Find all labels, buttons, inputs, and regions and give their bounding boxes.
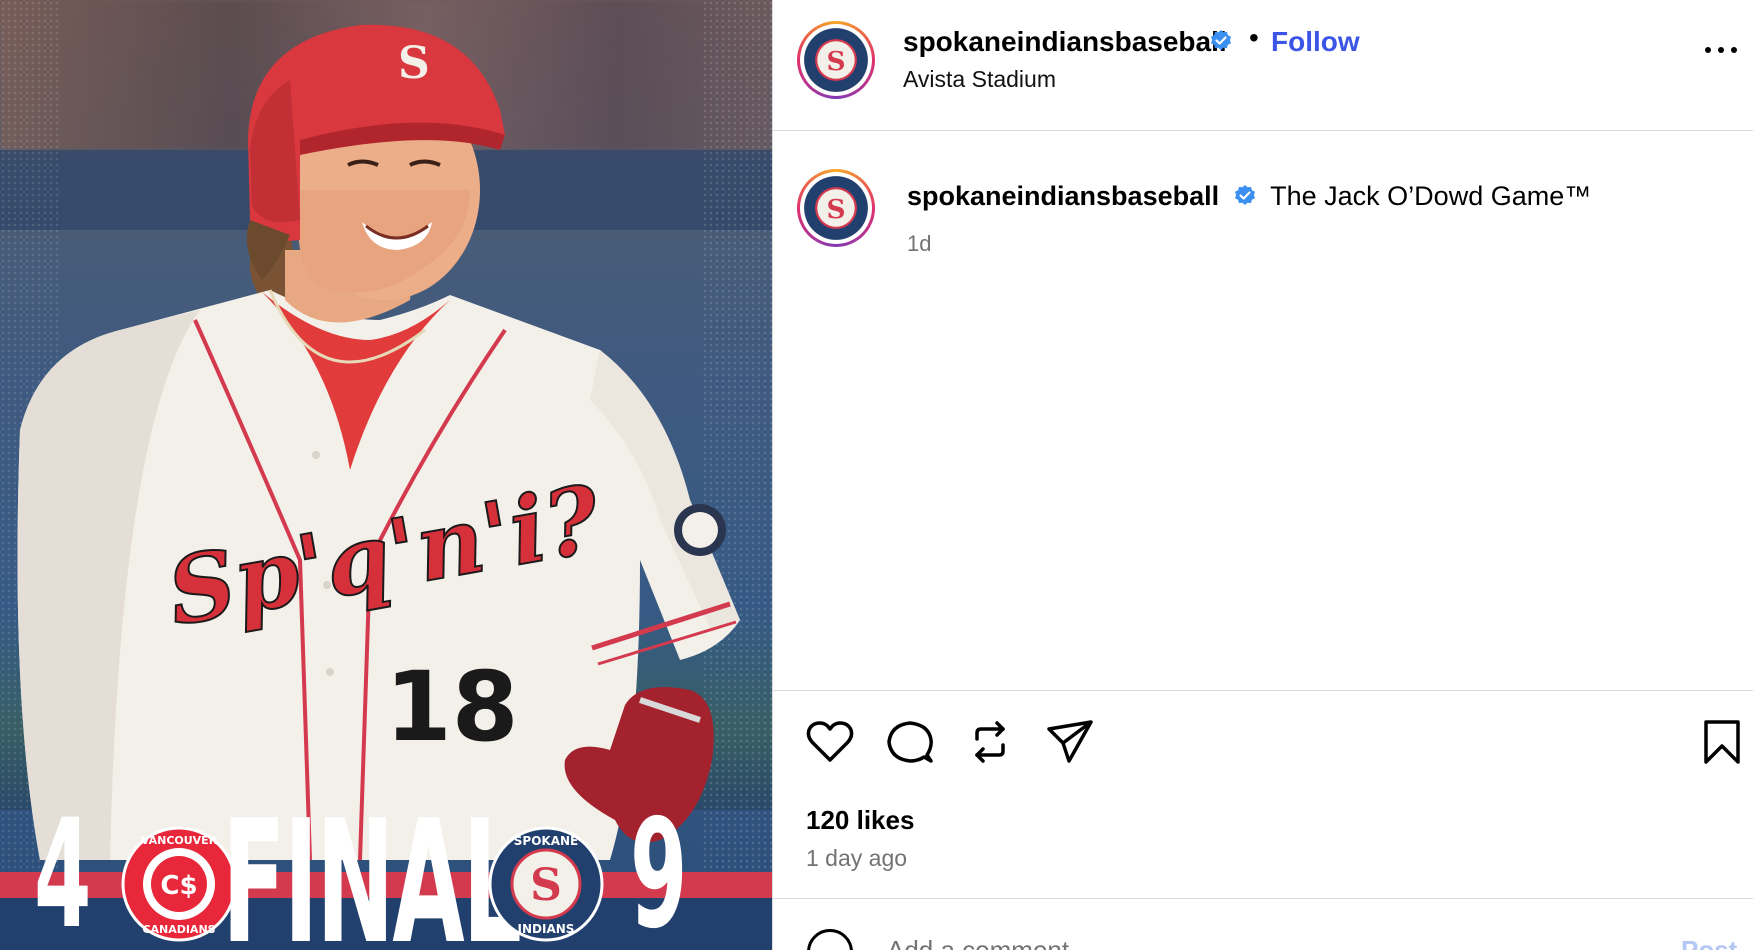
follow-button[interactable]: Follow [1271,26,1360,58]
svg-text:C$: C$ [160,871,197,901]
final-label: FINAL [222,784,522,950]
post-age[interactable]: 1 day ago [806,845,907,872]
svg-text:SPOKANE: SPOKANE [514,834,578,848]
post-media[interactable]: S Sp'q'n'i? 18 4 C$ VANCOUVER CANADIANS … [0,0,772,950]
caption-timestamp[interactable]: 1d [907,231,931,257]
likes-count[interactable]: 120 likes [806,805,914,836]
svg-text:S: S [826,194,845,225]
vancouver-canadians-logo: C$ VANCOUVER CANADIANS [121,826,237,942]
post-header: S spokaneindiansbaseball • Follow Avista… [773,0,1753,130]
svg-text:S: S [826,46,845,77]
spokane-logo-icon: S [804,28,868,92]
comment-icon[interactable] [885,717,935,767]
post-comment-button[interactable]: Post [1681,935,1737,950]
verified-icon [1234,185,1255,205]
svg-text:VANCOUVER: VANCOUVER [141,834,218,847]
caption-text: The Jack O’Dowd Game™ [1270,181,1592,211]
action-bar [773,691,1753,791]
bookmark-icon[interactable] [1697,717,1747,767]
comment-input[interactable] [887,935,1587,950]
repost-icon[interactable] [965,717,1015,767]
spokane-logo-icon: S [804,176,868,240]
caption-username[interactable]: spokaneindiansbaseball [907,181,1219,211]
post-location[interactable]: Avista Stadium [903,66,1056,93]
emoji-icon[interactable] [807,929,853,950]
home-score: 9 [630,788,687,950]
header-username[interactable]: spokaneindiansbaseball [903,26,1227,58]
caption-line: spokaneindiansbaseball The Jack O’Dowd G… [907,181,1591,212]
header-separator: • [1249,22,1259,53]
comment-row: Post [773,899,1753,950]
jersey-number: 18 [385,651,519,763]
svg-text:S: S [530,860,562,911]
verified-icon [1211,30,1231,50]
svg-text:CANADIANS: CANADIANS [142,923,215,936]
more-options-icon[interactable] [1701,38,1741,62]
caption-avatar[interactable]: S [797,169,875,247]
share-icon[interactable] [1045,717,1095,767]
profile-avatar[interactable]: S [797,21,875,99]
spokane-indians-logo: S SPOKANE INDIANS [488,826,604,942]
away-score: 4 [34,788,91,950]
caption-area: S spokaneindiansbaseball The Jack O’Dowd… [773,131,1753,691]
heart-icon[interactable] [805,717,855,767]
svg-text:INDIANS: INDIANS [518,922,575,936]
helmet-letter: S [398,38,430,89]
